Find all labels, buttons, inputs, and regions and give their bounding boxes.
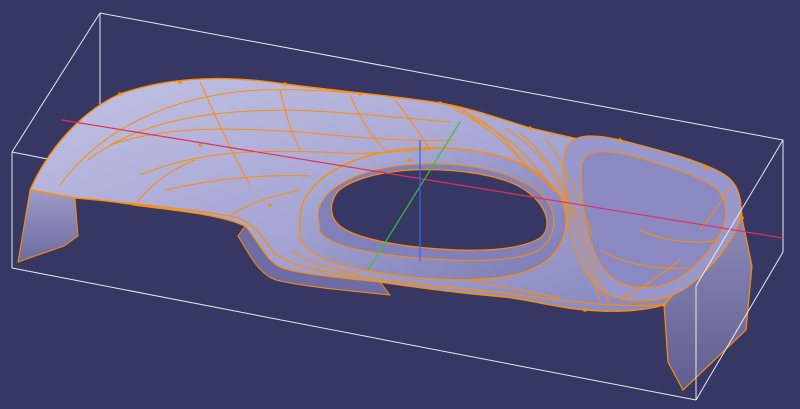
- 3d-viewport[interactable]: [0, 0, 800, 409]
- 3d-scene[interactable]: [0, 0, 800, 409]
- left-end-wall: [17, 189, 79, 263]
